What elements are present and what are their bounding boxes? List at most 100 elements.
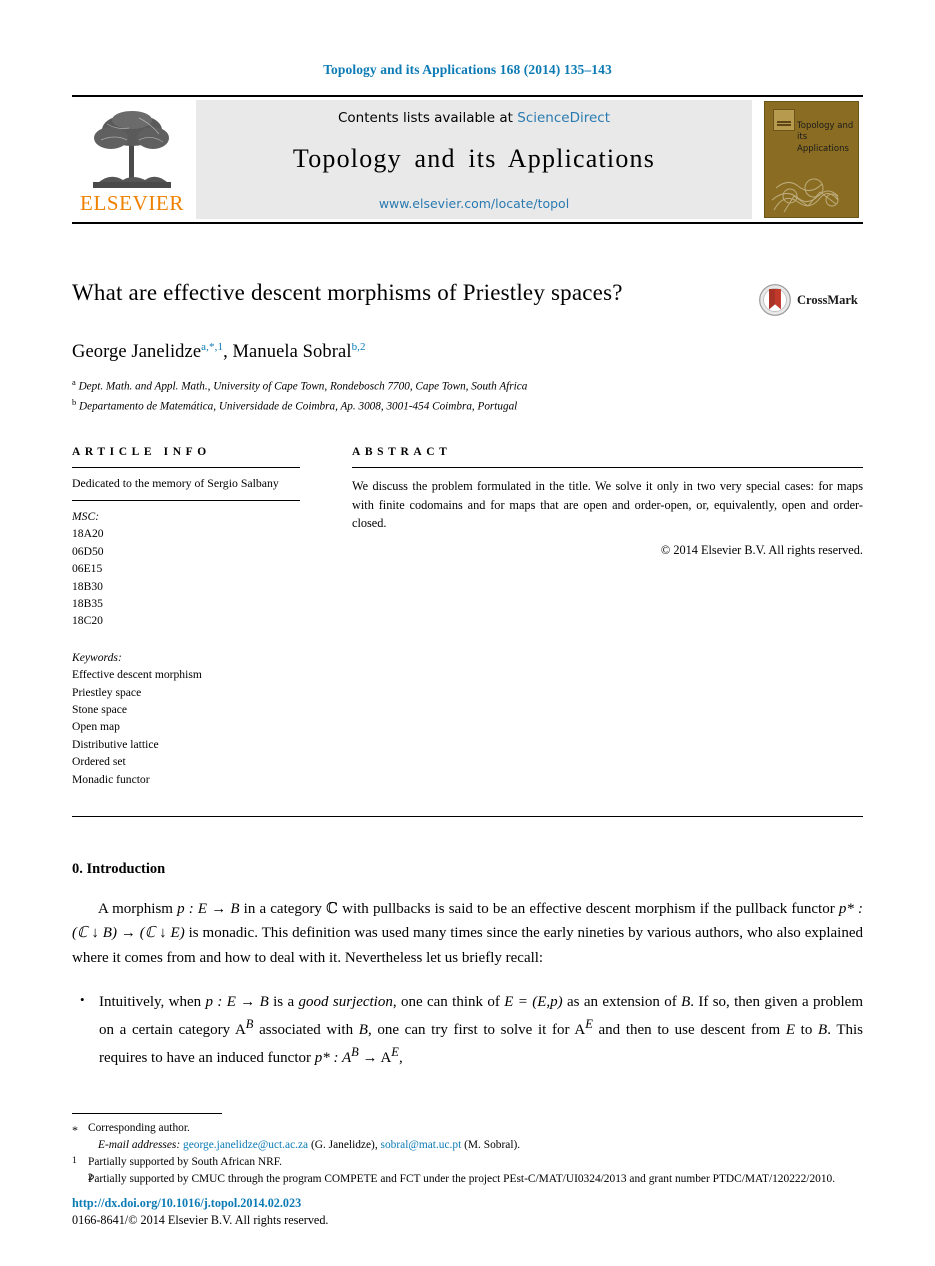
affiliation-b-text: Departamento de Matemática, Universidade… (79, 400, 518, 413)
footnote-2: 2 Partially supported by CMUC through th… (72, 1171, 863, 1188)
running-head: Topology and its Applications 168 (2014)… (323, 62, 612, 77)
bullet-math-4: A (234, 1022, 246, 1039)
info-abstract-section: ARTICLE INFO Dedicated to the memory of … (72, 446, 863, 788)
msc-code: 06E15 (72, 562, 103, 576)
bullet-text-g: , one can try first to solve it for (367, 1022, 575, 1039)
msc-code: 06D50 (72, 544, 104, 558)
bullet-math-1: p : E → B (205, 993, 269, 1010)
bullet-text-i: to (795, 1022, 819, 1039)
author-list: George Janelidzea,*,1, Manuela Sobralb,2 (72, 341, 863, 363)
msc-code: 18B30 (72, 579, 103, 593)
article-info-column: ARTICLE INFO Dedicated to the memory of … (72, 446, 300, 788)
crossmark-label: CrossMark (797, 292, 858, 307)
abstract-heading: ABSTRACT (352, 446, 452, 459)
keyword: Stone space (72, 703, 128, 716)
msc-block: MSC: 18A20 06D50 06E15 18B30 18B35 18C20 (72, 501, 300, 630)
footnote-emails: E-mail addresses: george.janelidze@uct.a… (72, 1137, 863, 1154)
cover-title: Topology and its Applications (797, 121, 854, 154)
bullet-text-b: is a (268, 993, 299, 1010)
intro-text-c: with pullbacks is said to be an effectiv… (338, 900, 839, 917)
bullet-text-l: , (398, 1050, 403, 1067)
contents-prefix: Contents lists available at (337, 110, 513, 126)
doi-link[interactable]: http://dx.doi.org/10.1016/j.topol.2014.0… (72, 1195, 328, 1213)
msc-code: 18B35 (72, 597, 103, 611)
author-1-marks: a,*,1 (201, 341, 224, 353)
bullet-text-d: as an extension of (562, 993, 682, 1010)
affiliation-list: a Dept. Math. and Appl. Math., Universit… (72, 376, 863, 416)
email-name-2: (M. Sobral). (464, 1138, 521, 1151)
intro-math-2: ℂ (326, 898, 338, 917)
body-divider (72, 815, 863, 817)
footnote-block: * Corresponding author. E-mail addresses… (72, 1112, 863, 1188)
abstract-text: We discuss the problem formulated in the… (352, 479, 863, 530)
dedication-text: Dedicated to the memory of Sergio Salban… (72, 476, 279, 491)
bullet-math-6: A (574, 1022, 586, 1039)
issn-copyright: 0166-8641/© 2014 Elsevier B.V. All right… (72, 1213, 329, 1228)
author-2: , Manuela Sobral (223, 342, 352, 363)
affiliation-b-mark: b (72, 397, 77, 408)
bullet-math-3: B (681, 993, 691, 1010)
bullet-sup-9: B (351, 1045, 359, 1060)
bullet-math-2: E = (E,p) (504, 993, 563, 1010)
abstract-column: ABSTRACT We discuss the problem formulat… (352, 446, 863, 788)
article-page: Topology and its Applications 168 (2014)… (0, 0, 935, 1266)
list-item: Intuitively, when p : E → B is a good su… (72, 989, 863, 1071)
bullet-math-7: E (785, 1022, 795, 1039)
footnote-2-text: Partially supported by CMUC through the … (88, 1172, 836, 1185)
bullet-text-h: and then to use descent from (592, 1022, 786, 1039)
footnote-mark-1: 1 (72, 1155, 77, 1166)
affiliation-a: a Dept. Math. and Appl. Math., Universit… (72, 376, 863, 396)
bullet-sup-6: E (585, 1017, 593, 1032)
affiliation-a-mark: a (72, 377, 76, 388)
author-2-marks: b,2 (351, 341, 366, 353)
crossmark-icon (759, 284, 791, 316)
keyword: Open map (72, 720, 120, 734)
intro-bullet-list: Intuitively, when p : E → B is a good su… (72, 989, 863, 1071)
journal-banner-center: Contents lists available at ScienceDirec… (196, 100, 752, 219)
keywords-label: Keywords: (72, 650, 122, 664)
email-name-1: (G. Janelidze), (310, 1138, 378, 1151)
footnote-rule (72, 1112, 222, 1114)
intro-math-1: p : E → B (177, 900, 240, 917)
footnote-1-text: Partially supported by South African NRF… (88, 1155, 282, 1168)
footnote-1: 1 Partially supported by South African N… (72, 1154, 863, 1171)
bullet-math-9: p* : A (314, 1050, 352, 1067)
footnote-mark-2: 2 (88, 1172, 93, 1183)
article-info-heading: ARTICLE INFO (72, 446, 211, 459)
abstract-copyright: © 2014 Elsevier B.V. All rights reserved… (660, 542, 863, 557)
crossmark-badge[interactable]: CrossMark (758, 279, 863, 317)
keywords-block: Keywords: Effective descent morphism Pri… (72, 630, 300, 788)
journal-banner: ELSEVIER Contents lists available at Sci… (72, 95, 863, 224)
contents-line: Contents lists available at ScienceDirec… (338, 110, 610, 126)
intro-text-b: in a category (239, 900, 327, 917)
journal-url-link[interactable]: www.elsevier.com/locate/topol (379, 196, 569, 211)
intro-text-d: is monadic. This definition was used man… (72, 925, 863, 966)
page-title: What are effective descent morphisms of … (72, 280, 623, 305)
elsevier-tree-icon (89, 108, 175, 192)
email-link-2[interactable]: sobral@mat.uc.pt (381, 1139, 462, 1151)
section-heading-introduction: 0. Introduction (72, 860, 166, 877)
journal-title: Topology and its Applications (292, 144, 656, 173)
email-label: E-mail addresses: (98, 1138, 181, 1151)
keyword: Ordered set (72, 755, 126, 769)
bullet-emphasis: good surjection (298, 993, 393, 1010)
affiliation-b: b Departamento de Matemática, Universida… (72, 396, 863, 416)
title-block: What are effective descent morphisms of … (72, 279, 863, 317)
footer-doi-block: http://dx.doi.org/10.1016/j.topol.2014.0… (72, 1195, 328, 1230)
elsevier-wordmark: ELSEVIER (80, 190, 184, 215)
intro-text-a: A morphism (98, 900, 178, 917)
cover-elsevier-icon (773, 109, 795, 131)
footnote-corresponding: * Corresponding author. (72, 1120, 863, 1137)
journal-cover-thumbnail: Topology and its Applications (760, 97, 863, 222)
bullet-math-5: B (358, 1022, 368, 1039)
bullet-sup-10: E (391, 1045, 399, 1060)
keyword: Monadic functor (72, 772, 150, 786)
bullet-math-8: B (818, 1022, 828, 1039)
email-link-1[interactable]: george.janelidze@uct.ac.za (183, 1139, 308, 1151)
keyword: Effective descent morphism (72, 668, 202, 682)
author-1: George Janelidze (72, 342, 202, 363)
bullet-text-a: Intuitively, when (99, 993, 206, 1010)
bullet-text-k: → A (358, 1050, 392, 1067)
sciencedirect-link[interactable]: ScienceDirect (517, 110, 610, 126)
bullet-text-f: associated with (253, 1022, 359, 1039)
